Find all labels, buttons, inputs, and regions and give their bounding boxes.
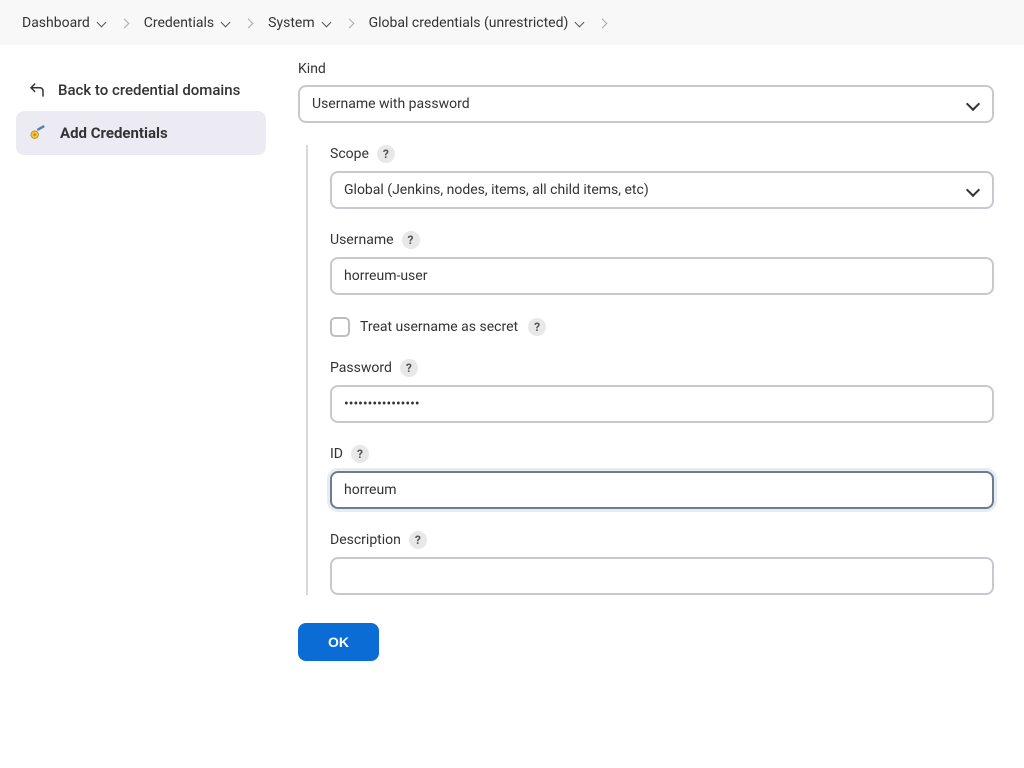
breadcrumb-label: System	[268, 15, 314, 31]
chevron-right-icon	[598, 18, 608, 28]
username-input[interactable]	[330, 257, 994, 295]
breadcrumb-system[interactable]: System	[266, 11, 332, 35]
chevron-down-icon	[574, 18, 584, 28]
scope-label: Scope	[330, 146, 369, 162]
scope-select[interactable]: Global (Jenkins, nodes, items, all child…	[330, 171, 994, 209]
description-input[interactable]	[330, 557, 994, 595]
chevron-right-icon	[244, 18, 254, 28]
breadcrumb-global-credentials[interactable]: Global credentials (unrestricted)	[367, 11, 587, 35]
back-arrow-icon	[28, 81, 46, 99]
treat-username-secret-label: Treat username as secret	[360, 319, 518, 335]
main-content: Kind Username with password Scope ? Glob…	[282, 59, 1024, 681]
help-icon[interactable]: ?	[402, 231, 420, 249]
password-input[interactable]	[330, 385, 994, 423]
username-label: Username	[330, 232, 394, 248]
chevron-right-icon	[120, 18, 130, 28]
chevron-down-icon	[321, 18, 331, 28]
description-label: Description	[330, 532, 401, 548]
chevron-down-icon	[220, 18, 230, 28]
breadcrumb-label: Global credentials (unrestricted)	[369, 15, 569, 31]
help-icon[interactable]: ?	[400, 359, 418, 377]
help-icon[interactable]: ?	[409, 531, 427, 549]
help-icon[interactable]: ?	[377, 145, 395, 163]
breadcrumb-dashboard[interactable]: Dashboard	[20, 11, 108, 35]
sidebar-back-to-domains[interactable]: Back to credential domains	[16, 69, 266, 111]
breadcrumb-label: Dashboard	[22, 15, 90, 31]
sidebar-item-label: Back to credential domains	[58, 81, 240, 99]
id-label: ID	[330, 446, 343, 462]
chevron-down-icon	[96, 18, 106, 28]
kind-label: Kind	[298, 61, 994, 77]
help-icon[interactable]: ?	[528, 318, 546, 336]
sidebar: Back to credential domains Add Credentia…	[0, 59, 282, 681]
sidebar-item-label: Add Credentials	[60, 124, 168, 142]
breadcrumb-label: Credentials	[144, 15, 214, 31]
breadcrumb-credentials[interactable]: Credentials	[142, 11, 232, 35]
treat-username-secret-checkbox[interactable]	[330, 317, 350, 337]
sidebar-add-credentials[interactable]: Add Credentials	[16, 111, 266, 155]
ok-button[interactable]: OK	[298, 623, 379, 661]
id-input[interactable]	[330, 471, 994, 509]
kind-select[interactable]: Username with password	[298, 85, 994, 123]
breadcrumb: Dashboard Credentials System Global cred…	[0, 0, 1024, 45]
key-icon	[28, 123, 48, 143]
password-label: Password	[330, 360, 392, 376]
chevron-right-icon	[345, 18, 355, 28]
help-icon[interactable]: ?	[351, 445, 369, 463]
